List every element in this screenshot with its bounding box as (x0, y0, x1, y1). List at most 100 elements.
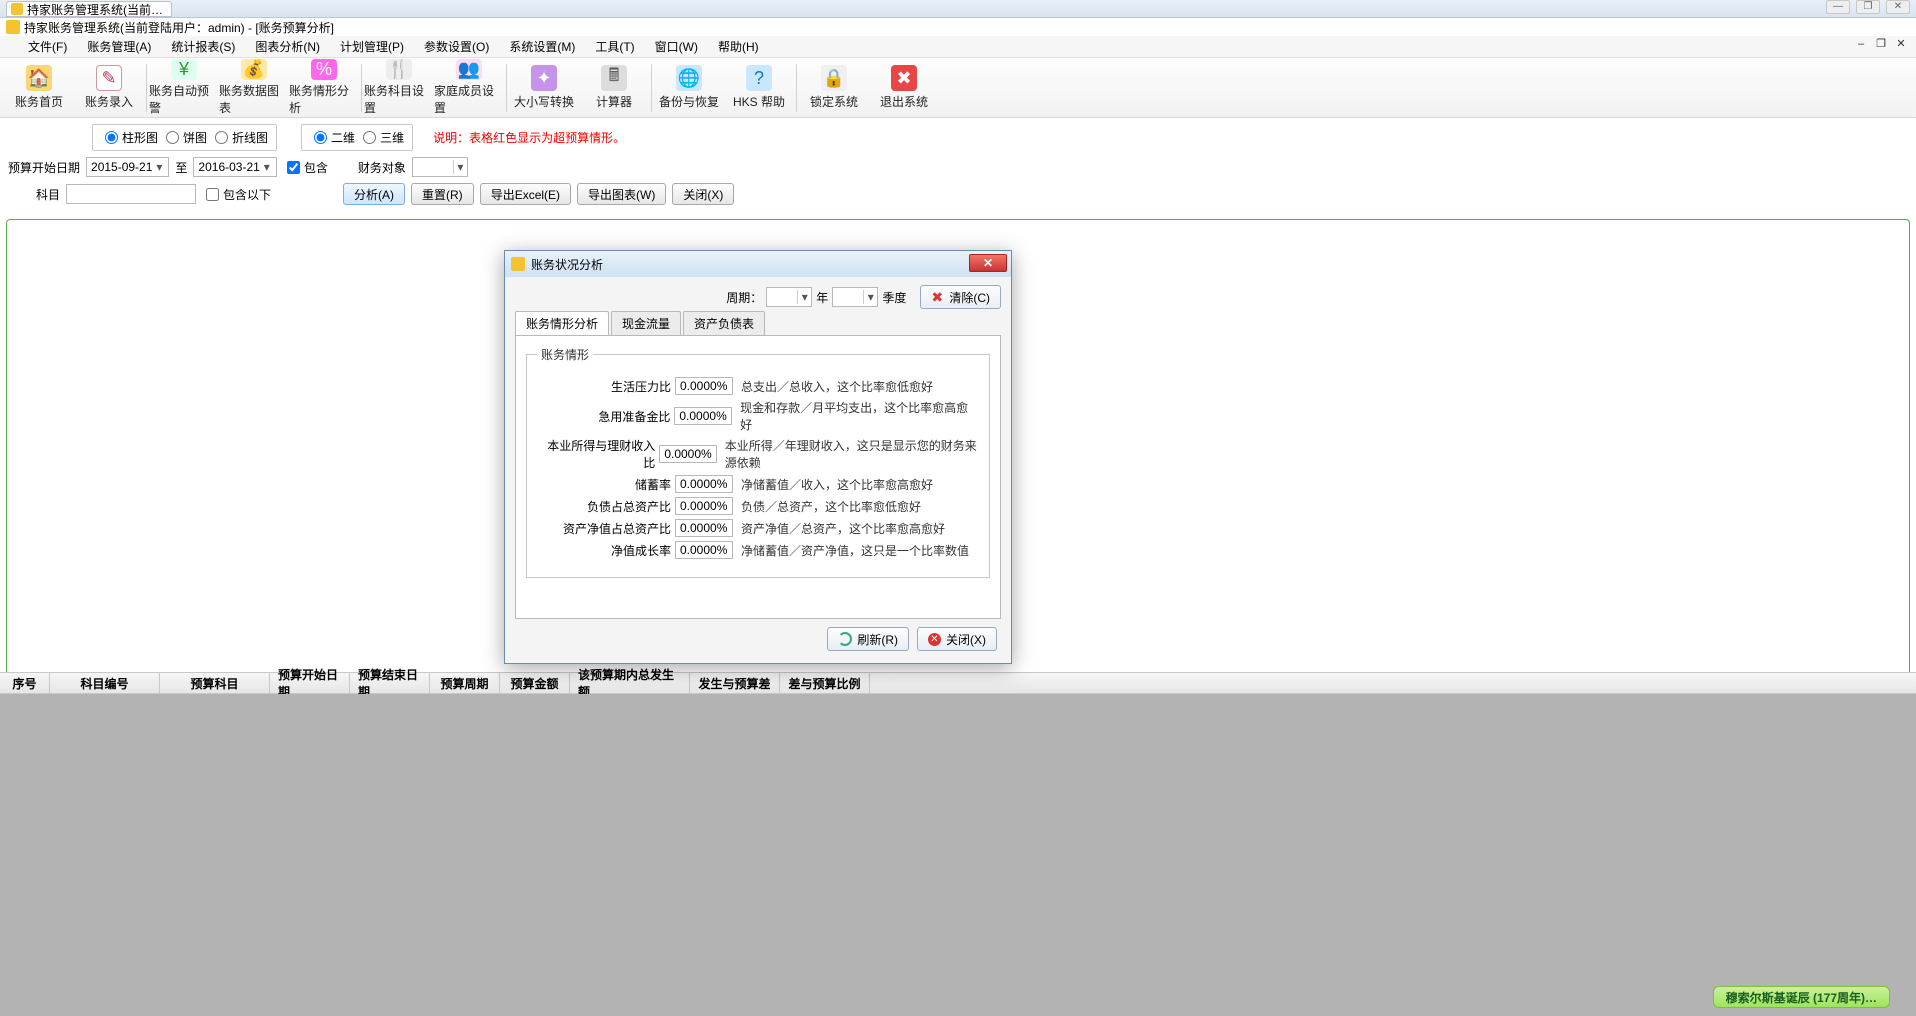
table-header-cell[interactable]: 预算科目 (160, 673, 270, 693)
menu-item[interactable]: 系统设置(M) (501, 36, 583, 57)
backup-icon: 🌐 (676, 65, 702, 91)
toolbar-subject-button[interactable]: 🍴账务科目设置 (364, 60, 434, 116)
notification-pill[interactable]: 穆索尔斯基诞辰 (177周年)… (1713, 986, 1890, 1008)
radio-line[interactable]: 折线图 (211, 129, 268, 146)
export-chart-button[interactable]: 导出图表(W) (577, 183, 666, 205)
dialog-tab[interactable]: 资产负债表 (683, 311, 765, 335)
chart-type-group: 柱形图 饼图 折线图 (92, 124, 277, 151)
table-header-cell[interactable]: 科目编号 (50, 673, 160, 693)
mdi-restore-button[interactable]: ❐ (1872, 38, 1890, 52)
toolbar-label: 备份与恢复 (659, 93, 719, 110)
toolbar-datachart-button[interactable]: 💰账务数据图表 (219, 60, 289, 116)
analyze-button[interactable]: 分析(A) (343, 183, 405, 205)
menu-item[interactable]: 工具(T) (587, 36, 642, 57)
quarter-select[interactable]: ▾ (832, 287, 878, 307)
reset-button[interactable]: 重置(R) (411, 183, 474, 205)
clear-icon: ✖ (931, 291, 944, 304)
dialog-tab[interactable]: 现金流量 (611, 311, 681, 335)
menu-item[interactable]: 文件(F) (20, 36, 75, 57)
dialog-icon (511, 257, 525, 271)
close-icon: ✕ (928, 633, 941, 646)
mdi-close-button[interactable]: ✕ (1892, 38, 1910, 52)
toolbar-separator (506, 64, 507, 112)
metric-label: 负债占总资产比 (537, 498, 675, 515)
menu-item[interactable]: 窗口(W) (647, 36, 706, 57)
toolbar-analysis-button[interactable]: %账务情形分析 (289, 60, 359, 116)
family-icon: 👥 (456, 59, 482, 80)
fin-object-select[interactable]: ▾ (412, 157, 468, 177)
radio-bar[interactable]: 柱形图 (101, 129, 158, 146)
dialog-title-bar[interactable]: 账务状况分析 ✕ (505, 251, 1011, 277)
fin-object-label: 财务对象 (358, 159, 406, 176)
toolbar-label: HKS 帮助 (733, 93, 785, 110)
dropdown-icon: ▾ (797, 290, 811, 304)
financial-status-dialog: 账务状况分析 ✕ 周期： ▾ 年 ▾ 季度 ✖清除(C) 账务情形分析现金流量资… (504, 250, 1012, 664)
metric-label: 急用准备金比 (537, 408, 674, 425)
table-header-cell[interactable]: 预算周期 (430, 673, 500, 693)
dialog-close-button-2[interactable]: ✕关闭(X) (917, 627, 997, 651)
toolbar-entry-button[interactable]: ✎账务录入 (74, 60, 144, 116)
toolbar-home-button[interactable]: 🏠账务首页 (4, 60, 74, 116)
mdi-min-button[interactable]: – (1852, 38, 1870, 52)
toolbar-exit-button[interactable]: ✖退出系统 (869, 60, 939, 116)
table-header-cell[interactable]: 序号 (0, 673, 50, 693)
table-header-cell[interactable]: 该预算期内总发生额 (570, 673, 690, 693)
table-header-cell[interactable]: 预算结束日期 (350, 673, 430, 693)
include-below-checkbox[interactable]: 包含以下 (202, 186, 271, 203)
toolbar-help-button[interactable]: ?HKS 帮助 (724, 60, 794, 116)
os-max-button[interactable]: ❐ (1856, 0, 1880, 14)
close-button[interactable]: 关闭(X) (672, 183, 734, 205)
metric-label: 本业所得与理财收入比 (537, 437, 659, 471)
toolbar-auto-button[interactable]: ¥账务自动预警 (149, 60, 219, 116)
quarter-suffix: 季度 (882, 289, 906, 306)
metric-desc: 净储蓄值／收入，这个比率愈高愈好 (733, 476, 933, 493)
toolbar-label: 锁定系统 (810, 93, 858, 110)
radio-pie[interactable]: 饼图 (162, 129, 207, 146)
toolbar-calc-button[interactable]: 🖩计算器 (579, 60, 649, 116)
menu-item[interactable]: 帮助(H) (710, 36, 767, 57)
radio-2d[interactable]: 二维 (310, 129, 355, 146)
lock-icon: 🔒 (821, 65, 847, 91)
dropdown-icon: ▾ (863, 290, 877, 304)
metric-value: 0.0000% (675, 475, 733, 493)
refresh-button[interactable]: 刷新(R) (827, 627, 909, 651)
table-header-cell[interactable]: 预算开始日期 (270, 673, 350, 693)
toolbar-separator (796, 64, 797, 112)
date-from-input[interactable]: 2015-09-21▾ (86, 157, 169, 177)
dialog-close-button[interactable]: ✕ (969, 254, 1007, 272)
metric-label: 储蓄率 (537, 476, 675, 493)
include-checkbox[interactable]: 包含 (283, 159, 328, 176)
toolbar-backup-button[interactable]: 🌐 备份与恢复 (654, 60, 724, 116)
menu-item[interactable]: 计划管理(P) (332, 36, 412, 57)
table-header-cell[interactable]: 差与预算比例 (780, 673, 870, 693)
year-select[interactable]: ▾ (766, 287, 812, 307)
metric-desc: 现金和存款／月平均支出，这个比率愈高愈好 (732, 399, 979, 433)
table-header-cell[interactable]: 发生与预算差 (690, 673, 780, 693)
toolbar-family-button[interactable]: 👥家庭成员设置 (434, 60, 504, 116)
metric-row: 负债占总资产比0.0000%负债／总资产，这个比率愈低愈好 (537, 497, 979, 515)
menu-item[interactable]: 统计报表(S) (163, 36, 243, 57)
menu-item[interactable]: 图表分析(N) (247, 36, 328, 57)
table-header-cell[interactable]: 预算金额 (500, 673, 570, 693)
subject-input[interactable] (66, 184, 196, 204)
toolbar-label: 退出系统 (880, 93, 928, 110)
menu-item[interactable]: 参数设置(O) (416, 36, 497, 57)
os-tab[interactable]: 持家账务管理系统(当前… (6, 1, 172, 17)
refresh-icon (838, 632, 852, 646)
dropdown-icon: ▾ (453, 160, 467, 174)
radio-3d[interactable]: 三维 (359, 129, 404, 146)
toolbar-case-button[interactable]: ✦大小写转换 (509, 60, 579, 116)
dialog-tab[interactable]: 账务情形分析 (515, 311, 609, 335)
export-excel-button[interactable]: 导出Excel(E) (480, 183, 571, 205)
os-min-button[interactable]: — (1826, 0, 1850, 14)
metric-row: 生活压力比0.0000%总支出／总收入，这个比率愈低愈好 (537, 377, 979, 395)
os-close-button[interactable]: ✕ (1886, 0, 1910, 14)
metric-desc: 总支出／总收入，这个比率愈低愈好 (733, 378, 933, 395)
menu-item[interactable]: 账务管理(A) (79, 36, 159, 57)
os-tab-bar: 持家账务管理系统(当前… — ❐ ✕ (0, 0, 1916, 18)
clear-button[interactable]: ✖清除(C) (920, 285, 1001, 309)
result-table-body-empty (0, 694, 1916, 1016)
fieldset-legend: 账务情形 (537, 346, 593, 363)
date-to-input[interactable]: 2016-03-21▾ (193, 157, 276, 177)
toolbar-lock-button[interactable]: 🔒 锁定系统 (799, 60, 869, 116)
